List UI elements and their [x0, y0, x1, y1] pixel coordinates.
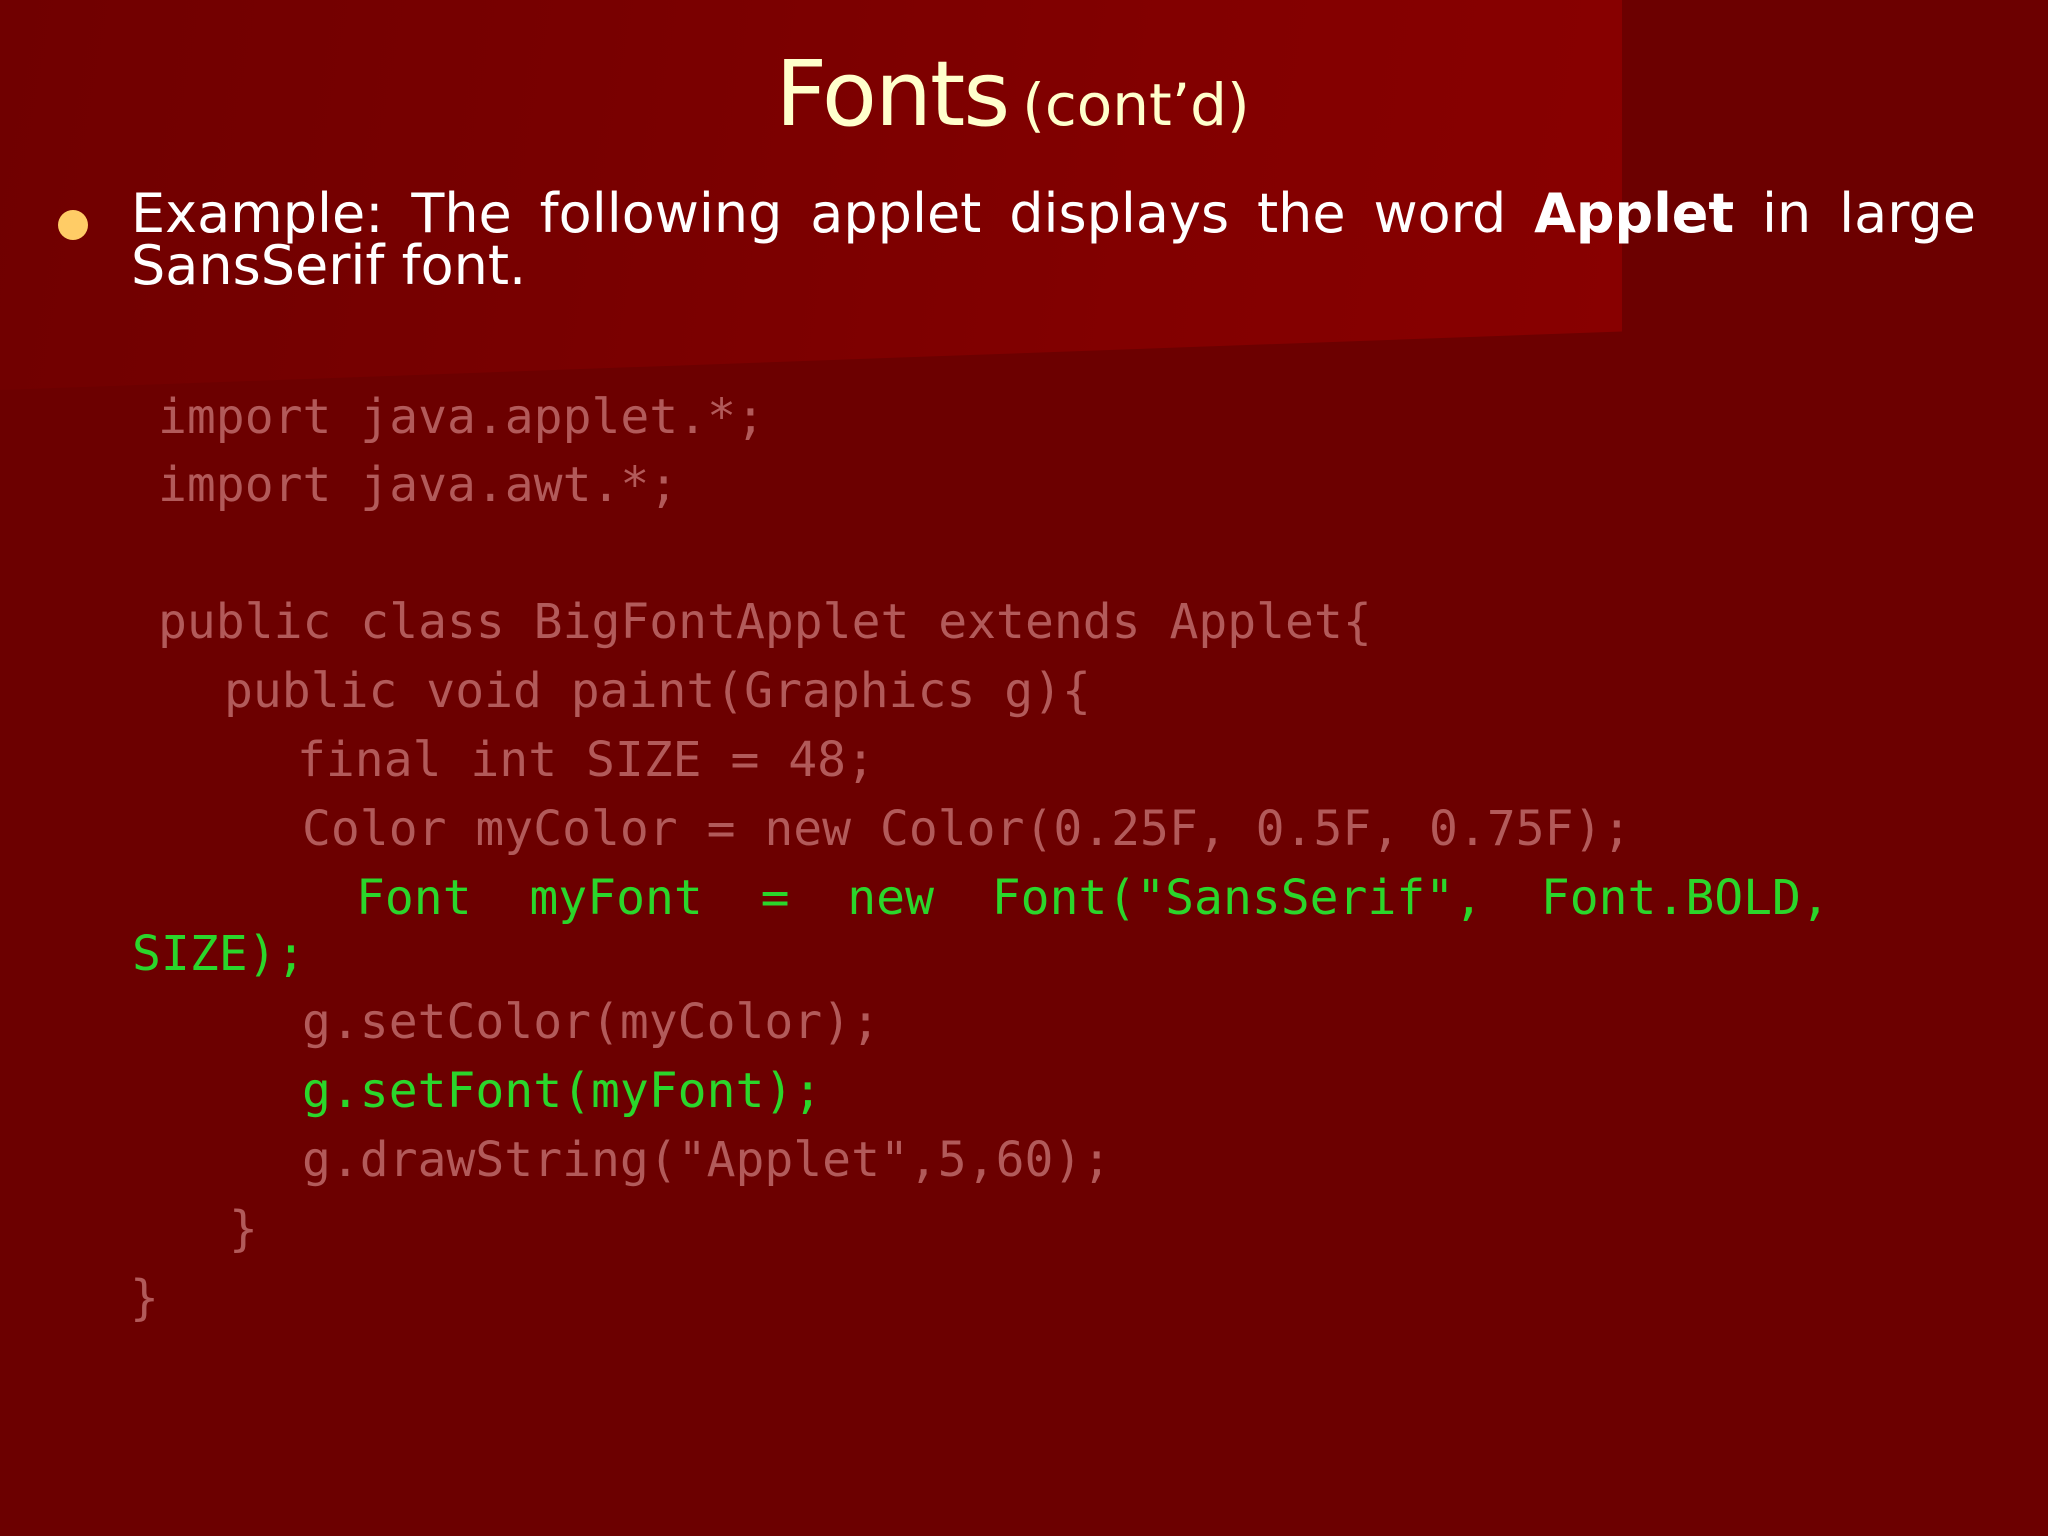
slide: Fonts (cont’d) Example: The following app…	[0, 0, 2048, 1536]
code-line-5: final int SIZE = 48;	[297, 732, 875, 788]
code-line-8: SIZE);	[132, 926, 306, 982]
code-line-1: import java.applet.*;	[158, 389, 765, 445]
code-line-4: public void paint(Graphics g){	[224, 663, 1091, 719]
title-sub: (cont’d)	[1022, 71, 1250, 139]
code-line-7: Font myFont = new Font("SansSerif", Font…	[356, 870, 1830, 926]
code-line-2: import java.awt.*;	[158, 457, 679, 513]
code-line-13: }	[130, 1270, 159, 1326]
code-line-9: g.setColor(myColor);	[302, 994, 880, 1050]
code-line-11: g.drawString("Applet",5,60);	[302, 1132, 1112, 1188]
code-line-3: public class BigFontApplet extends Apple…	[158, 594, 1372, 650]
slide-title: Fonts (cont’d)	[0, 42, 2025, 147]
code-line-10: g.setFont(myFont);	[302, 1063, 823, 1119]
code-line-6: Color myColor = new Color(0.25F, 0.5F, 0…	[302, 801, 1632, 857]
code-line-12: }	[229, 1201, 258, 1257]
bullet-dot-icon	[58, 210, 88, 240]
title-main: Fonts	[775, 42, 1010, 147]
bullet-text-bold: Applet	[1534, 182, 1735, 245]
bullet-text: Example: The following applet displays t…	[131, 187, 1976, 293]
